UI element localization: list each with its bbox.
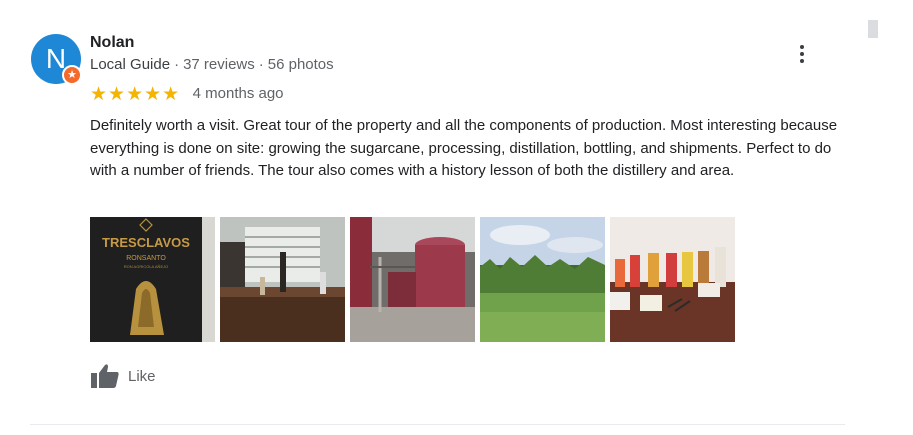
photos-count: 56 photos [267,56,334,73]
more-options-icon[interactable] [792,44,812,64]
scrollbar-thumb[interactable] [868,20,878,38]
bottle-line-1: RONSANTO [126,255,166,262]
photo-strip: TRESCLAVOS RONSANTO RON AGRICOLA AÑEJO [90,217,735,342]
rating-row: ★★★★★ 4 months ago [90,83,284,106]
star-rating: ★★★★★ [90,84,181,105]
review-photo-4[interactable] [480,217,605,342]
bottle-brand: TRESCLAVOS [102,235,190,250]
bottle-line-2: RON AGRICOLA AÑEJO [124,264,168,269]
like-button[interactable]: Like [90,363,156,389]
review-photo-1[interactable]: TRESCLAVOS RONSANTO RON AGRICOLA AÑEJO [90,217,215,342]
review-divider [30,424,845,425]
local-guide-label: Local Guide [90,56,171,73]
review-text: Definitely worth a visit. Great tour of … [90,117,838,179]
reviewer-meta: Local Guide · 37 reviews · 56 photos [90,56,334,73]
review-photo-2[interactable] [220,217,345,342]
like-label: Like [128,367,156,385]
thumb-up-icon [91,364,119,388]
review-photo-5[interactable] [610,217,735,342]
review-time: 4 months ago [192,85,284,102]
review-photo-3[interactable] [350,217,475,342]
reviews-count: 37 reviews [183,56,255,73]
local-guide-star-icon: ★ [62,65,82,85]
reviewer-name[interactable]: Nolan [90,34,134,52]
